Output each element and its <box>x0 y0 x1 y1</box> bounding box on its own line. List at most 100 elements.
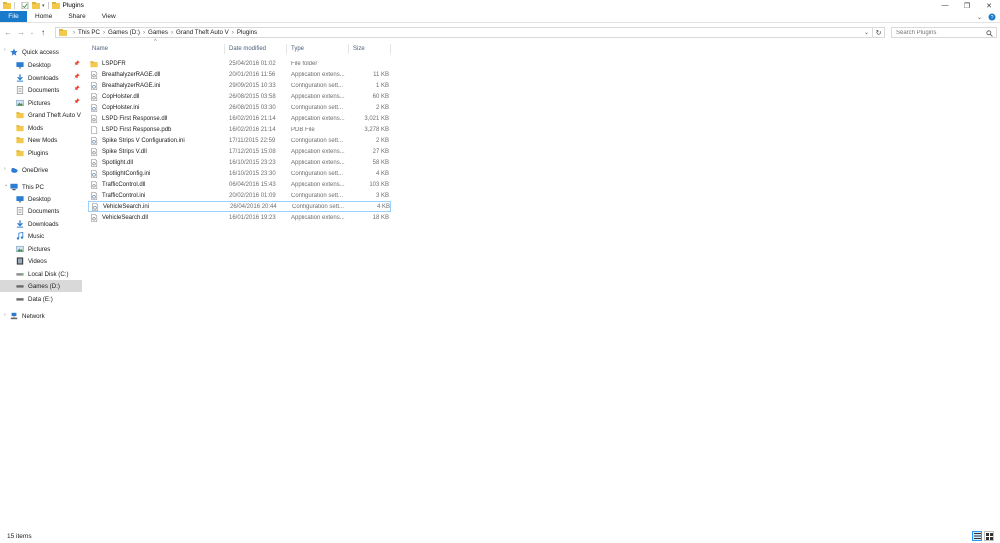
nav-pc-videos[interactable]: Videos <box>0 255 82 267</box>
large-icons-view-button[interactable] <box>984 531 994 541</box>
address-bar[interactable]: › This PC › Games (D:) › Games › Grand T… <box>55 27 873 38</box>
nav-pc-data-drive[interactable]: Data (E:) <box>0 293 82 305</box>
refresh-button[interactable]: ↻ <box>873 27 885 38</box>
file-name-cell: Spotlight.dll <box>90 158 134 167</box>
properties-icon[interactable] <box>21 2 29 9</box>
breadcrumb-separator[interactable]: › <box>143 30 145 36</box>
new-folder-icon[interactable] <box>32 2 40 9</box>
breadcrumb-games[interactable]: Games <box>148 29 168 36</box>
table-row[interactable]: CopHolster.dll 26/08/2015 03:58 Applicatio… <box>88 91 391 102</box>
breadcrumb-separator[interactable]: › <box>73 30 75 36</box>
up-button[interactable]: ↑ <box>38 28 48 38</box>
documents-icon <box>16 86 24 94</box>
nav-qa-pictures[interactable]: Pictures 📌 <box>0 97 82 109</box>
table-row[interactable]: BreathalyzerRAGE.ini 29/09/2015 10:33 Conf… <box>88 80 391 91</box>
tab-home[interactable]: Home <box>27 11 60 22</box>
nav-qa-documents[interactable]: Documents 📌 <box>0 84 82 96</box>
tab-share[interactable]: Share <box>60 11 93 22</box>
back-button[interactable]: ← <box>3 28 13 38</box>
file-type: Configuration sett... <box>291 170 344 177</box>
dll-file-icon <box>91 213 98 222</box>
tab-view[interactable]: View <box>94 11 124 22</box>
table-row[interactable]: TrafficControl.ini 20/02/2016 01:09 Config… <box>88 190 391 201</box>
collapse-icon[interactable]: ⌄ <box>4 182 8 188</box>
nav-network[interactable]: Network <box>10 310 82 322</box>
nav-onedrive[interactable]: OneDrive <box>10 164 82 176</box>
breadcrumb-this-pc[interactable]: This PC <box>78 29 100 36</box>
address-dropdown-icon[interactable]: ⌄ <box>864 28 869 37</box>
file-name: Spotlight.dll <box>102 159 134 166</box>
details-view-button[interactable] <box>972 531 982 541</box>
help-icon[interactable]: ? <box>988 13 996 21</box>
expand-icon[interactable]: › <box>4 166 6 172</box>
music-icon <box>16 232 24 240</box>
folder-icon <box>51 2 60 9</box>
forward-button[interactable]: → <box>16 28 26 38</box>
table-row[interactable]: LSPDFR 25/04/2016 01:02 File folder <box>88 58 391 69</box>
expand-ribbon-icon[interactable]: ⌄ <box>977 14 982 21</box>
dll-file-icon <box>91 114 98 123</box>
file-name: VehicleSearch.dll <box>102 214 149 221</box>
minimize-button[interactable]: — <box>934 0 956 11</box>
table-row[interactable]: TrafficControl.dll 06/04/2016 15:43 Applic… <box>88 179 391 190</box>
nav-pc-documents[interactable]: Documents <box>0 205 82 217</box>
breadcrumb-separator[interactable]: › <box>103 30 105 36</box>
breadcrumb-gta-v[interactable]: Grand Theft Auto V <box>176 29 229 36</box>
breadcrumb-separator[interactable]: › <box>232 30 234 36</box>
tab-file[interactable]: File <box>0 11 27 22</box>
nav-pc-downloads[interactable]: Downloads <box>0 218 82 230</box>
nav-item-label: Downloads <box>28 74 59 82</box>
table-row[interactable]: LSPD First Response.pdb 16/02/2016 21:14 P… <box>88 124 391 135</box>
column-header-size[interactable]: Size <box>349 44 391 54</box>
recent-locations-icon[interactable]: ⌄ <box>29 28 35 38</box>
table-row[interactable]: CopHolster.ini 26/08/2015 03:30 Configurat… <box>88 102 391 113</box>
breadcrumb-separator[interactable]: › <box>171 30 173 36</box>
file-type: Application extens... <box>291 148 345 155</box>
table-row[interactable]: BreathalyzerRAGE.dll 20/01/2016 11:56 Appl… <box>88 69 391 80</box>
nav-qa-mods[interactable]: Mods <box>0 122 82 134</box>
nav-pc-local-disk[interactable]: Local Disk (C:) <box>0 268 82 280</box>
search-input[interactable] <box>896 29 986 36</box>
table-row[interactable]: Spike Strips V.dll 17/12/2015 15:08 Applic… <box>88 146 391 157</box>
breadcrumb-games-drive[interactable]: Games (D:) <box>108 29 140 36</box>
nav-qa-desktop[interactable]: Desktop 📌 <box>0 59 82 71</box>
table-row[interactable]: VehicleSearch.dll 16/01/2016 19:23 Applica… <box>88 212 391 223</box>
file-size: 103 KB <box>369 181 389 188</box>
nav-this-pc[interactable]: This PC <box>10 181 82 193</box>
nav-qa-new-mods[interactable]: New Mods <box>0 134 82 146</box>
search-icon[interactable] <box>986 30 993 37</box>
restore-button[interactable]: ❐ <box>956 0 978 11</box>
file-explorer-window: ▾ Plugins — ❐ ✕ File Home Share View ⌄ ?… <box>0 0 1000 543</box>
column-header-type[interactable]: Type <box>287 44 349 54</box>
search-box[interactable] <box>891 27 997 38</box>
file-size: 27 KB <box>372 148 389 155</box>
nav-item-label: Desktop <box>28 61 51 69</box>
expand-icon[interactable]: › <box>4 312 6 318</box>
file-type: Configuration sett... <box>292 203 345 210</box>
nav-pc-desktop[interactable]: Desktop <box>0 193 82 205</box>
nav-pc-games-drive[interactable]: Games (D:) <box>0 280 82 292</box>
table-row[interactable]: SpotlightConfig.ini 16/10/2015 23:30 Confi… <box>88 168 391 179</box>
customize-toolbar-icon[interactable]: ▾ <box>42 3 45 9</box>
nav-quick-access[interactable]: Quick access <box>10 46 82 58</box>
file-size: 3 KB <box>375 192 389 199</box>
column-header-name[interactable]: Name <box>88 44 225 54</box>
nav-pc-pictures[interactable]: Pictures <box>0 243 82 255</box>
file-name: VehicleSearch.ini <box>103 203 150 210</box>
nav-pc-music[interactable]: Music <box>0 230 82 242</box>
table-row[interactable]: Spotlight.dll 16/10/2015 23:23 Application… <box>88 157 391 168</box>
nav-qa-plugins[interactable]: Plugins <box>0 147 82 159</box>
table-row[interactable]: LSPD First Response.dll 16/02/2016 21:14 A… <box>88 113 391 124</box>
nav-qa-downloads[interactable]: Downloads 📌 <box>0 72 82 84</box>
dll-file-icon <box>91 147 98 156</box>
ribbon-tabs: File Home Share View ⌄ ? <box>0 11 1000 23</box>
nav-qa-gta-v[interactable]: Grand Theft Auto V <box>0 109 82 121</box>
breadcrumb-plugins[interactable]: Plugins <box>237 29 257 36</box>
table-row[interactable]: Spike Strips V Configuration.ini 17/11/20… <box>88 135 391 146</box>
expand-icon[interactable]: › <box>4 47 6 53</box>
close-button[interactable]: ✕ <box>978 0 1000 11</box>
nav-item-label: Mods <box>28 124 44 132</box>
file-type: Configuration sett... <box>291 104 344 111</box>
table-row[interactable]: VehicleSearch.ini 26/04/2016 20:44 Configu… <box>88 201 391 212</box>
column-header-date[interactable]: Date modified <box>225 44 287 54</box>
